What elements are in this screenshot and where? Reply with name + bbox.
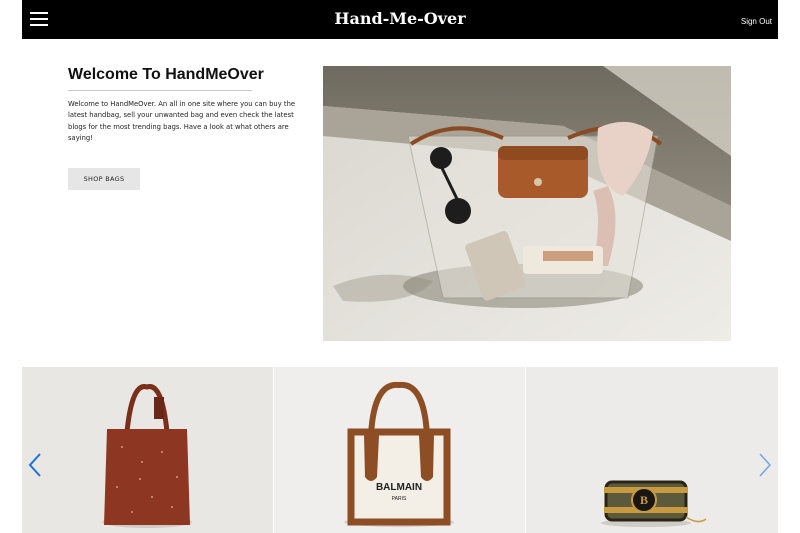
page-title: Welcome To HandMeOver	[68, 66, 264, 83]
hero-description: Welcome to HandMeOver. An all in one sit…	[68, 100, 296, 142]
title-divider	[68, 90, 252, 91]
clear-tote-bag-photo	[323, 66, 731, 341]
balmain-box-bag-photo[interactable]: B	[526, 367, 778, 533]
chevron-right-icon[interactable]	[758, 452, 772, 478]
product-carousel: BALMAIN PARIS B	[22, 367, 778, 533]
hamburger-menu-icon[interactable]	[30, 12, 48, 27]
rust-suede-tote-photo[interactable]	[22, 367, 273, 533]
page: Hand-Me-Over Sign Out Welcome To HandMeO…	[22, 0, 778, 533]
chevron-left-icon[interactable]	[28, 452, 42, 478]
sign-out-link[interactable]: Sign Out	[741, 17, 772, 26]
shop-bags-button[interactable]: SHOP BAGS	[68, 168, 140, 190]
brand-logo: Hand-Me-Over	[334, 9, 466, 28]
balmain-logo-text: BALMAIN	[376, 482, 422, 493]
balmain-paris-text: PARIS	[392, 496, 407, 502]
balmain-canvas-tote-photo[interactable]: BALMAIN PARIS	[274, 367, 525, 533]
balmain-b-logo: B	[640, 493, 648, 507]
top-nav-bar: Hand-Me-Over Sign Out	[22, 0, 778, 39]
